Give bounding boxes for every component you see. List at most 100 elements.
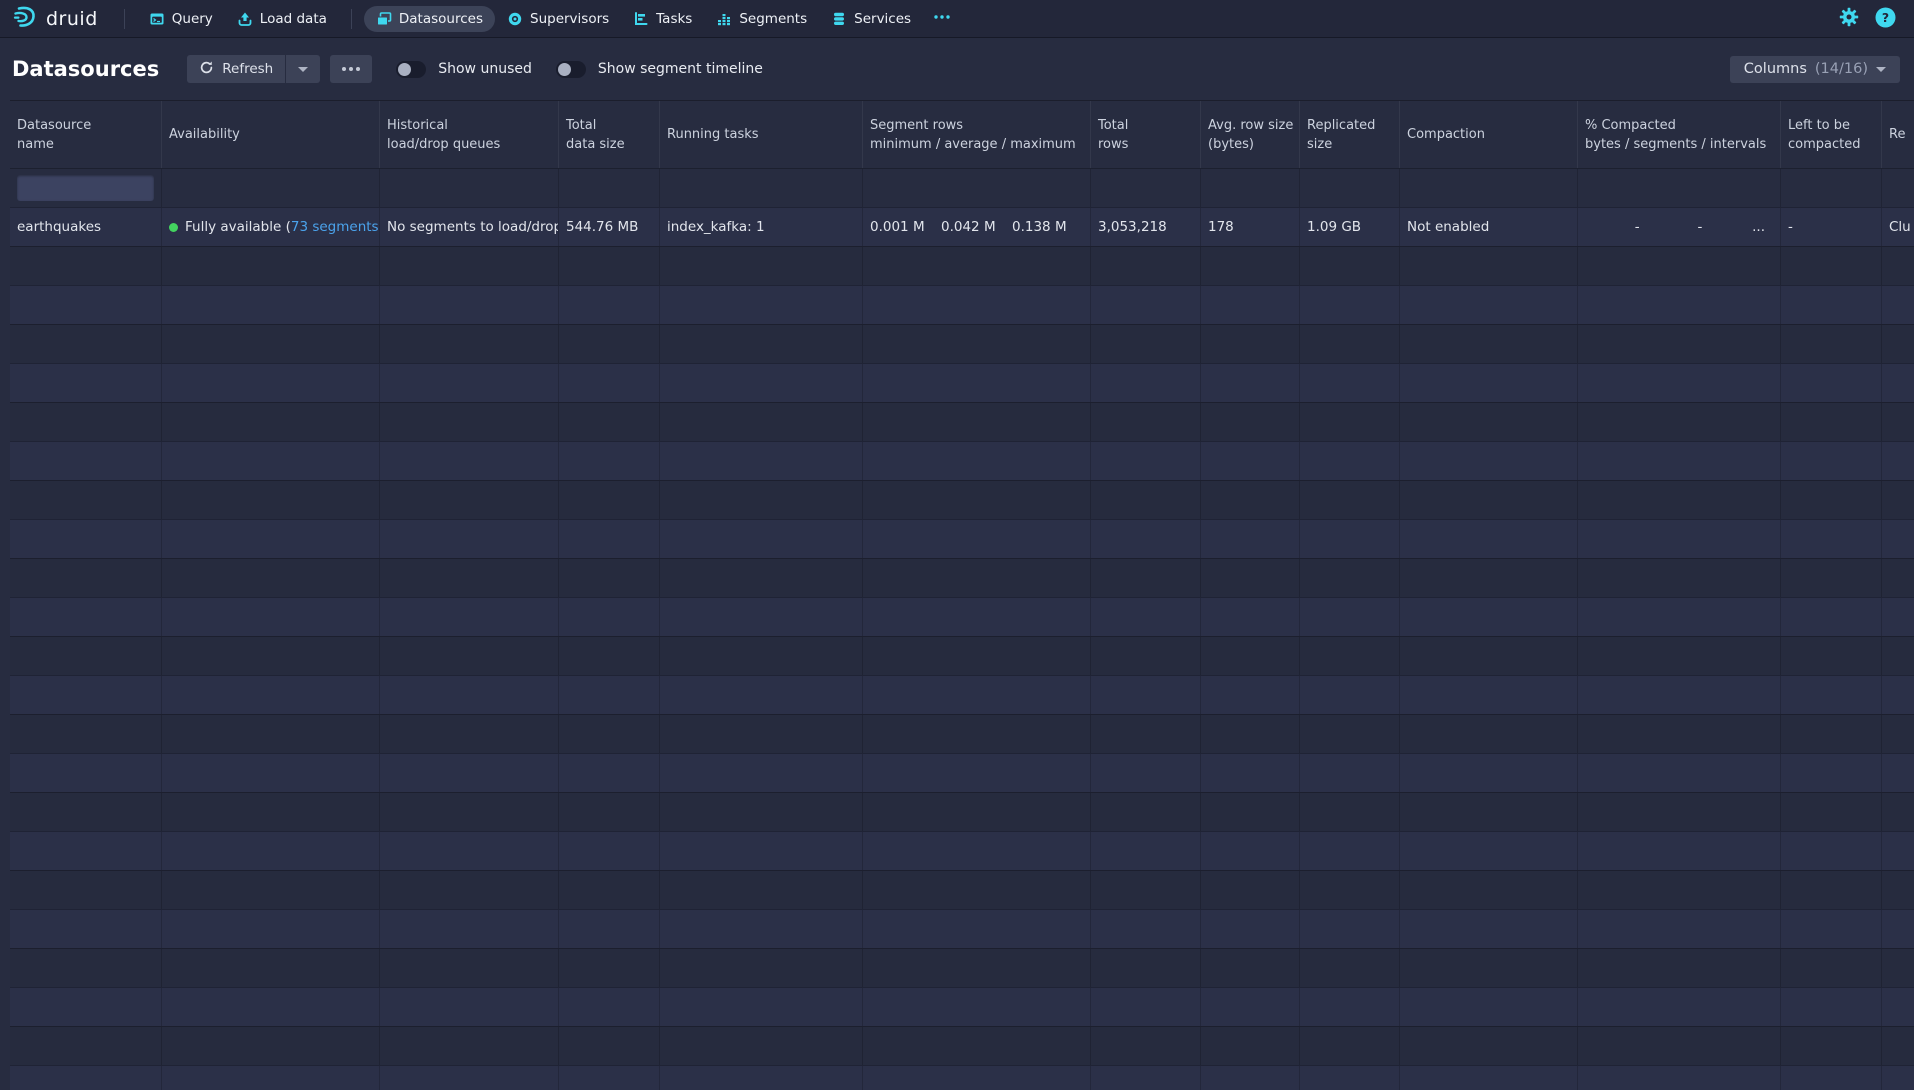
cell-data_size xyxy=(559,949,660,987)
cell-segment_rows xyxy=(863,442,1091,480)
cell-name xyxy=(10,442,162,480)
column-header-retention[interactable]: Re xyxy=(1882,101,1914,168)
empty-row xyxy=(10,1065,1914,1090)
cell-pct_compacted xyxy=(1578,871,1781,909)
help-button[interactable]: ? xyxy=(1875,7,1896,31)
cell-compaction xyxy=(1400,598,1578,636)
nav-more-button[interactable] xyxy=(923,4,961,34)
cell-segment_rows xyxy=(863,910,1091,948)
cell-data_size xyxy=(559,442,660,480)
cell-left_compacted xyxy=(1781,442,1882,480)
datasource-name-filter-input[interactable] xyxy=(17,175,154,201)
nav-item-tasks[interactable]: Tasks xyxy=(621,6,704,32)
cell-segment_rows xyxy=(863,169,1091,207)
column-header-left_compacted[interactable]: Left to becompacted xyxy=(1781,101,1882,168)
cell-tasks xyxy=(660,481,863,519)
cell-pct_compacted: --... xyxy=(1578,208,1781,246)
cell-tasks xyxy=(660,832,863,870)
column-header-line1: Total xyxy=(566,116,652,135)
column-header-segment_rows[interactable]: Segment rowsminimum / average / maximum xyxy=(863,101,1091,168)
cell-total_rows xyxy=(1091,676,1201,714)
column-header-total_rows[interactable]: Totalrows xyxy=(1091,101,1201,168)
empty-row xyxy=(10,909,1914,948)
cell-compaction xyxy=(1400,247,1578,285)
cell-retention xyxy=(1882,364,1914,402)
cell-availability xyxy=(162,286,380,324)
cell-segment_rows xyxy=(863,1066,1091,1090)
nav-item-label: Load data xyxy=(260,11,327,27)
toggle-track[interactable] xyxy=(396,61,426,78)
cell-queues xyxy=(380,910,559,948)
segments-count-link[interactable]: 73 segments xyxy=(291,219,379,235)
cell-avg_row_size xyxy=(1201,481,1300,519)
column-header-line1: Segment rows xyxy=(870,116,1083,135)
cell-left_compacted xyxy=(1781,754,1882,792)
cell-tasks: index_kafka: 1 xyxy=(660,208,863,246)
cell-name xyxy=(10,754,162,792)
cell-avg_row_size xyxy=(1201,910,1300,948)
cell-tasks xyxy=(660,442,863,480)
cell-pct_compacted xyxy=(1578,910,1781,948)
cell-replicated xyxy=(1300,364,1400,402)
nav-item-load-data[interactable]: Load data xyxy=(225,6,339,32)
column-header-queues[interactable]: Historicalload/drop queues xyxy=(380,101,559,168)
cell-compaction xyxy=(1400,169,1578,207)
more-actions-button[interactable] xyxy=(330,55,372,83)
column-header-data_size[interactable]: Totaldata size xyxy=(559,101,660,168)
nav-item-query[interactable]: Query xyxy=(137,6,225,32)
cell-segment_rows xyxy=(863,1027,1091,1065)
cell-compaction xyxy=(1400,988,1578,1026)
cell-retention xyxy=(1882,247,1914,285)
nav-item-services[interactable]: Services xyxy=(819,6,923,32)
column-header-replicated[interactable]: Replicatedsize xyxy=(1300,101,1400,168)
cell-left_compacted xyxy=(1781,910,1882,948)
cell-left_compacted xyxy=(1781,949,1882,987)
show-segment-timeline-switch[interactable]: Show segment timeline xyxy=(556,61,763,78)
column-header-pct_compacted[interactable]: % Compactedbytes / segments / intervals xyxy=(1578,101,1781,168)
cell-availability xyxy=(162,598,380,636)
toggle-knob xyxy=(558,63,571,76)
nav-item-datasources[interactable]: Datasources xyxy=(364,6,495,32)
refresh-button[interactable]: Refresh xyxy=(187,55,285,83)
column-header-line1: Compaction xyxy=(1407,125,1570,144)
cell-pct_compacted xyxy=(1578,247,1781,285)
column-header-avg_row_size[interactable]: Avg. row size(bytes) xyxy=(1201,101,1300,168)
druid-logo[interactable]: druid xyxy=(12,4,98,34)
cell-total_rows xyxy=(1091,169,1201,207)
cell-replicated xyxy=(1300,871,1400,909)
cell-compaction xyxy=(1400,559,1578,597)
column-header-line2: minimum / average / maximum xyxy=(870,135,1083,154)
cell-avg_row_size xyxy=(1201,559,1300,597)
cell-segment_rows xyxy=(863,793,1091,831)
cell-left_compacted xyxy=(1781,988,1882,1026)
cell-data_size xyxy=(559,559,660,597)
column-header-tasks[interactable]: Running tasks xyxy=(660,101,863,168)
cell-total_rows xyxy=(1091,715,1201,753)
cell-retention xyxy=(1882,286,1914,324)
nav-item-segments[interactable]: Segments xyxy=(704,6,819,32)
cell-avg_row_size xyxy=(1201,1027,1300,1065)
cell-availability xyxy=(162,247,380,285)
cell-retention xyxy=(1882,871,1914,909)
columns-picker-button[interactable]: Columns (14/16) xyxy=(1730,56,1900,83)
cell-replicated xyxy=(1300,169,1400,207)
column-header-availability[interactable]: Availability xyxy=(162,101,380,168)
cell-availability xyxy=(162,832,380,870)
settings-button[interactable] xyxy=(1839,7,1859,30)
show-unused-switch[interactable]: Show unused xyxy=(396,61,532,78)
column-header-compaction[interactable]: Compaction xyxy=(1400,101,1578,168)
column-header-line1: Datasource xyxy=(17,116,154,135)
cell-avg_row_size: 178 xyxy=(1201,208,1300,246)
cell-tasks xyxy=(660,988,863,1026)
page-title: Datasources xyxy=(12,57,159,81)
column-header-name[interactable]: Datasourcename xyxy=(10,101,162,168)
cell-data_size xyxy=(559,325,660,363)
nav-item-supervisors[interactable]: Supervisors xyxy=(495,6,621,32)
toggle-track[interactable] xyxy=(556,61,586,78)
cell-total_rows xyxy=(1091,364,1201,402)
refresh-interval-button[interactable] xyxy=(286,55,320,83)
column-header-line1: Replicated xyxy=(1307,116,1392,135)
cell-pct_compacted xyxy=(1578,637,1781,675)
cell-queues xyxy=(380,403,559,441)
cell-retention xyxy=(1882,559,1914,597)
